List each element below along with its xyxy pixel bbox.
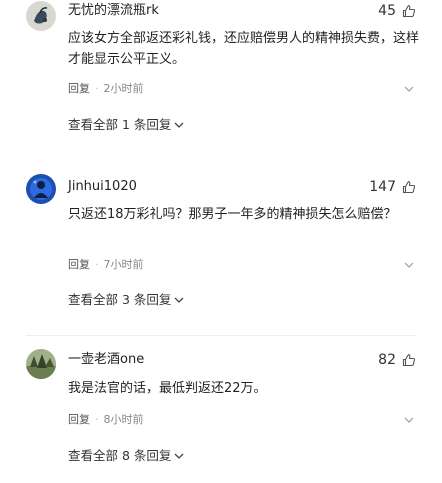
chevron-down-icon bbox=[174, 122, 184, 128]
view-all-replies-label: 查看全部 3 条回复 bbox=[68, 292, 172, 307]
comment-time: 8小时前 bbox=[103, 413, 144, 426]
view-all-replies-label: 查看全部 1 条回复 bbox=[68, 117, 172, 132]
reply-button[interactable]: 回复 bbox=[68, 258, 90, 272]
chevron-down-icon bbox=[174, 453, 184, 459]
blue-silhouette-avatar-icon bbox=[26, 174, 56, 204]
landscape-avatar-icon bbox=[26, 349, 56, 379]
meta-separator: · bbox=[95, 258, 99, 271]
chevron-down-icon bbox=[404, 417, 414, 423]
like-count: 147 bbox=[369, 179, 396, 195]
chevron-down-icon bbox=[404, 86, 414, 92]
avatar[interactable] bbox=[26, 1, 56, 31]
meta-separator: · bbox=[95, 413, 99, 426]
chevron-down-icon bbox=[404, 262, 414, 268]
comment-username[interactable]: Jinhui1020 bbox=[68, 178, 137, 196]
comment-meta: 回复 · 2小时前 bbox=[68, 82, 144, 96]
like-button[interactable]: 147 bbox=[369, 178, 416, 196]
more-options-button[interactable] bbox=[402, 413, 416, 427]
comment-time: 7小时前 bbox=[103, 258, 144, 271]
comment-meta: 回复 · 8小时前 bbox=[68, 413, 144, 427]
view-all-replies-link[interactable]: 查看全部 8 条回复 bbox=[68, 448, 184, 464]
thumbs-up-icon bbox=[402, 4, 416, 18]
comment-username[interactable]: 一壶老酒one bbox=[68, 351, 144, 369]
view-all-replies-label: 查看全部 8 条回复 bbox=[68, 448, 172, 463]
comment-text: 只返还18万彩礼吗？那男子一年多的精神损失怎么赔偿？ bbox=[68, 207, 397, 222]
more-options-button[interactable] bbox=[402, 258, 416, 272]
like-count: 82 bbox=[378, 352, 396, 368]
like-button[interactable]: 45 bbox=[378, 2, 416, 20]
more-options-button[interactable] bbox=[402, 82, 416, 96]
comment-text: 我是法官的话，最低判返还22万。 bbox=[68, 381, 267, 396]
view-all-replies-link[interactable]: 查看全部 3 条回复 bbox=[68, 292, 184, 308]
comment-time: 2小时前 bbox=[103, 82, 144, 95]
comment-meta: 回复 · 7小时前 bbox=[68, 258, 144, 272]
thumbs-up-icon bbox=[402, 353, 416, 367]
comment-divider bbox=[26, 335, 416, 336]
chevron-down-icon bbox=[174, 297, 184, 303]
reply-button[interactable]: 回复 bbox=[68, 413, 90, 427]
comment-text: 应该女方全部返还彩礼钱，还应赔偿男人的精神损失费，这样才能显示公平正义。 bbox=[68, 31, 420, 67]
avatar[interactable] bbox=[26, 349, 56, 379]
meta-separator: · bbox=[95, 82, 99, 95]
ink-painting-avatar-icon bbox=[26, 1, 56, 31]
like-button[interactable]: 82 bbox=[378, 351, 416, 369]
view-all-replies-link[interactable]: 查看全部 1 条回复 bbox=[68, 117, 184, 133]
comment-username[interactable]: 无忧的漂流瓶rk bbox=[68, 2, 159, 20]
avatar[interactable] bbox=[26, 174, 56, 204]
like-count: 45 bbox=[378, 3, 396, 19]
thumbs-up-icon bbox=[402, 180, 416, 194]
reply-button[interactable]: 回复 bbox=[68, 82, 90, 96]
